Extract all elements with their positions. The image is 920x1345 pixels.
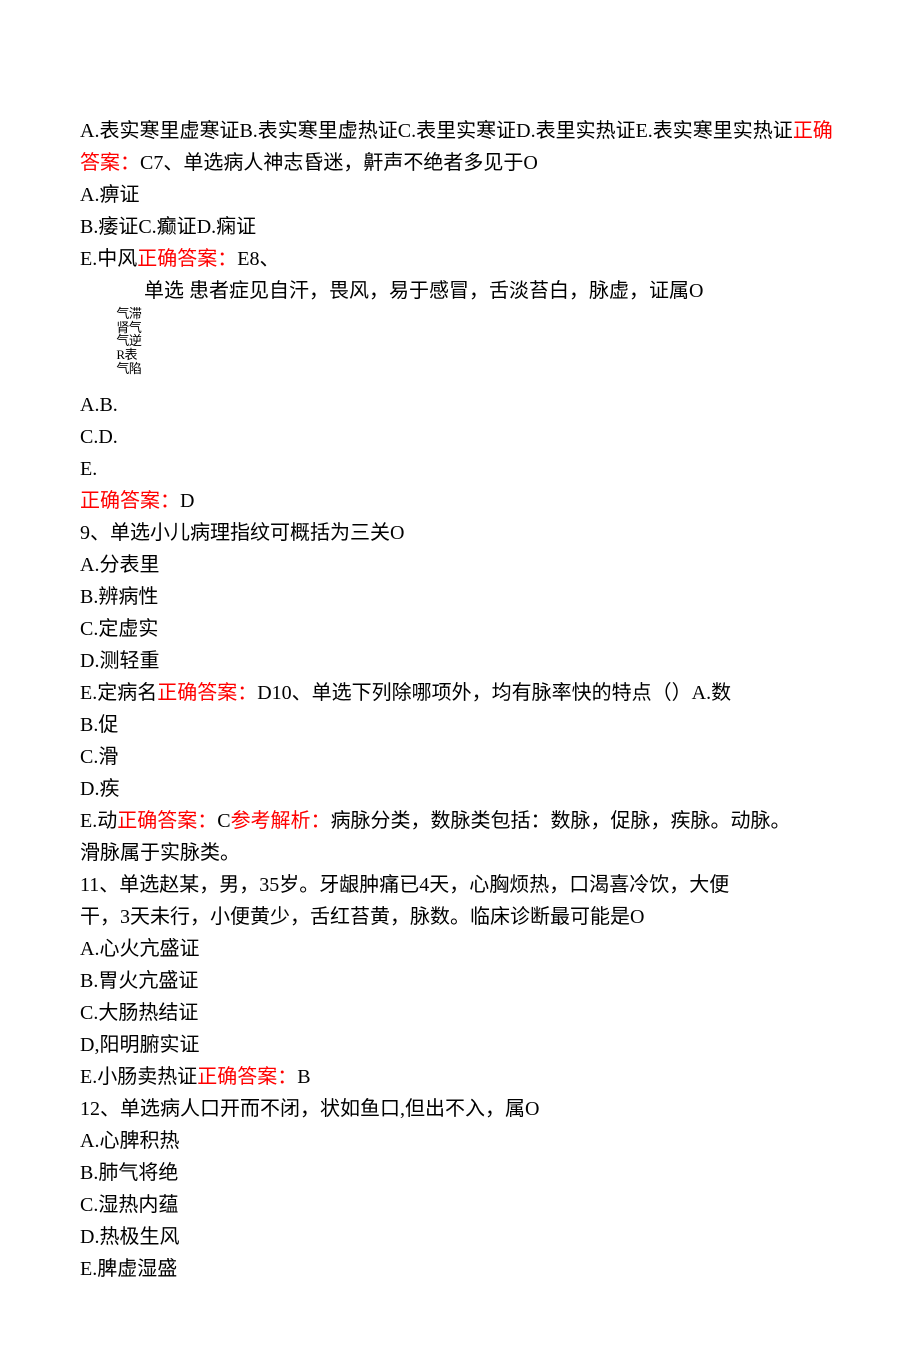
q12-opt-b: B.肺气将绝 <box>80 1157 840 1189</box>
q8-stack-3: R表 <box>116 348 141 362</box>
q6-opt-e: E.表实寒里实热证 <box>636 120 793 142</box>
q7-opts-bcd: B.痿证C.癫证D.痫证 <box>80 211 840 243</box>
q11-answer-value: B <box>297 1066 310 1088</box>
q7-opt-b: B.痿证 <box>80 216 138 238</box>
q9-answer-label: 正确答案： <box>157 682 257 704</box>
q11-opt-c: C.大肠热结证 <box>80 997 840 1029</box>
q11-opt-e: E.小肠卖热证 <box>80 1066 197 1088</box>
q6-answer-value: C <box>140 152 153 174</box>
q11-opt-b: B.胃火亢盛证 <box>80 965 840 997</box>
q7-e-ans-q8num: E.中风正确答案：E8、 <box>80 243 840 275</box>
q9-opt-b: B.辨病性 <box>80 581 840 613</box>
q12-opt-e: E.脾虚湿盛 <box>80 1253 840 1285</box>
q10-opt-e: E.动 <box>80 810 117 832</box>
q9-answer-value: D <box>257 682 271 704</box>
q8-stacked-terms: 气滞 肾气 气逆 R表 气陷 <box>116 307 141 375</box>
q9-opt-e: E.定病名 <box>80 682 157 704</box>
q12-opt-d: D.热极生风 <box>80 1221 840 1253</box>
q10-e-ans-explain: E.动正确答案：C参考解析：病脉分类，数脉类包括：数脉，促脉，疾脉。动脉。 <box>80 805 840 837</box>
q10-opt-c: C.滑 <box>80 741 840 773</box>
q8-answer-label: 正确答案： <box>80 490 180 512</box>
q11-stem-2: 干，3天未行，小便黄少，舌红苔黄，脉数。临床诊断最可能是O <box>80 901 840 933</box>
q8-num: 8、 <box>249 248 279 270</box>
q10-answer-label: 正确答案： <box>117 810 217 832</box>
q10-opt-b: B.促 <box>80 709 840 741</box>
q10-opt-d: D.疾 <box>80 773 840 805</box>
q11-opt-a: A.心火亢盛证 <box>80 933 840 965</box>
q9-opt-a: A.分表里 <box>80 549 840 581</box>
q11-opt-d: D,阳明腑实证 <box>80 1029 840 1061</box>
q8-answer-line: 正确答案：D <box>80 485 840 517</box>
q6-opt-a: A.表实寒里虚寒证 <box>80 120 239 142</box>
q11-e-ans: E.小肠卖热证正确答案：B <box>80 1061 840 1093</box>
q8-answer-value: D <box>180 490 194 512</box>
q10-stem: 10、单选下列除哪项外，均有脉率快的特点（）A.数 <box>272 682 731 704</box>
q7-answer-value: E <box>237 248 249 270</box>
q10-answer-value: C <box>217 810 230 832</box>
q10-explain-2: 滑脉属于实脉类。 <box>80 837 840 869</box>
q8-stack-4: 气陷 <box>116 362 141 376</box>
q8-stack-0: 气滞 <box>116 307 141 321</box>
q7-opt-a: A.痹证 <box>80 179 840 211</box>
q8-stem: 单选 患者症见自汗，畏风，易于感冒，舌淡苔白，脉虚，证属O <box>80 275 840 307</box>
q9-opt-d: D.测轻重 <box>80 645 840 677</box>
q11-answer-label: 正确答案： <box>197 1066 297 1088</box>
q7-answer-label: 正确答案： <box>137 248 237 270</box>
q8-opt-e: E. <box>80 453 840 485</box>
q12-opt-a: A.心脾积热 <box>80 1125 840 1157</box>
q10-explain-label: 参考解析： <box>231 810 331 832</box>
q7-opt-c: C.癫证 <box>138 216 196 238</box>
q8-stack-2: 气逆 <box>116 334 141 348</box>
q6-opt-d: D.表里实热证 <box>516 120 635 142</box>
q12-stem: 12、单选病人口开而不闭，状如鱼口,但出不入，属O <box>80 1093 840 1125</box>
q9e-q10-line: E.定病名正确答案：D10、单选下列除哪项外，均有脉率快的特点（）A.数 <box>80 677 840 709</box>
q10-explain-1: 病脉分类，数脉类包括：数脉，促脉，疾脉。动脉。 <box>331 810 791 832</box>
q6-opt-c: C.表里实寒证 <box>398 120 516 142</box>
q8-stack-1: 肾气 <box>116 321 141 335</box>
q7-opt-d: D.痫证 <box>197 216 256 238</box>
q6-opt-b: B.表实寒里虚热证 <box>239 120 397 142</box>
q11-stem-1: 11、单选赵某，男，35岁。牙龈肿痛已4天，心胸烦热，口渴喜冷饮，大便 <box>80 869 840 901</box>
q7-stem: 7、单选病人神志昏迷，鼾声不绝者多见于O <box>153 152 537 174</box>
document-page: A.表实寒里虚寒证B.表实寒里虚热证C.表里实寒证D.表里实热证E.表实寒里实热… <box>0 0 920 1345</box>
q8-opt-ab: A.B. <box>80 389 840 421</box>
q9-stem: 9、单选小儿病理指纹可概括为三关O <box>80 517 840 549</box>
q7-opt-e: E.中风 <box>80 248 137 270</box>
q6-options-line: A.表实寒里虚寒证B.表实寒里虚热证C.表里实寒证D.表里实热证E.表实寒里实热… <box>80 115 840 179</box>
q9-opt-c: C.定虚实 <box>80 613 840 645</box>
q8-opt-cd: C.D. <box>80 421 840 453</box>
q12-opt-c: C.湿热内蕴 <box>80 1189 840 1221</box>
